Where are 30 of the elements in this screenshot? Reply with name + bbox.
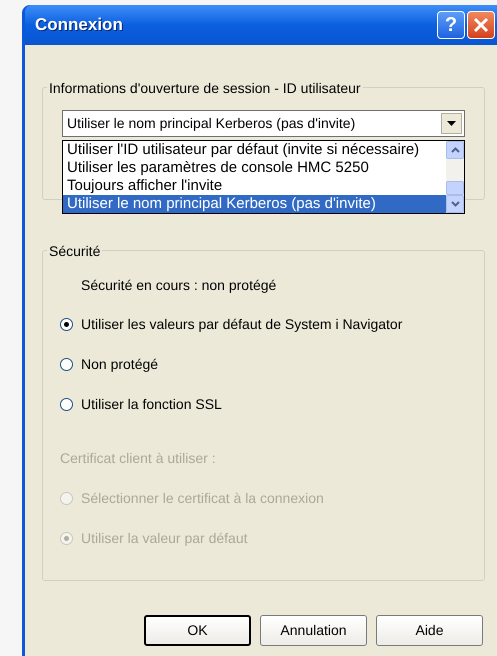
radio-label: Utiliser la fonction SSL xyxy=(81,394,222,414)
radio-button[interactable] xyxy=(60,358,73,370)
dropdown-arrow-button[interactable] xyxy=(441,113,462,134)
dropdown[interactable]: Utiliser le nom principal Kerberos (pas d'invite) xyxy=(62,110,465,137)
radio-label: Sélectionner le certificat à la connexion xyxy=(81,488,324,508)
security-status: Sécurité en cours : non protégé xyxy=(80,276,278,295)
radio-button[interactable] xyxy=(60,398,73,410)
scroll-up-button[interactable] xyxy=(446,141,464,159)
dropdown-option[interactable]: Toujours afficher l'invite xyxy=(63,177,446,195)
radio-label: Non protégé xyxy=(81,354,158,374)
dropdown-option[interactable]: Utiliser l'ID utilisateur par défaut (invite si nécessaire) xyxy=(63,141,446,159)
caret-icon xyxy=(447,121,456,126)
scrollbar[interactable] xyxy=(446,141,464,213)
radio-label: Utiliser la valeur par défaut xyxy=(81,528,248,548)
dropdown-option[interactable]: Utiliser les paramètres de console HMC 5250 xyxy=(63,159,446,177)
window-title: Connexion xyxy=(35,14,123,36)
chevron-up-icon xyxy=(450,147,460,153)
scroll-down-button[interactable] xyxy=(446,195,464,213)
close-icon xyxy=(473,17,489,33)
radio-label: Utiliser les valeurs par défaut de System i Navigator xyxy=(81,314,402,334)
scroll-thumb[interactable] xyxy=(446,181,464,195)
certificate-label: Certificat client à utiliser : xyxy=(60,449,217,468)
dialog-button[interactable]: Annulation xyxy=(260,615,367,646)
dialog-button[interactable]: OK xyxy=(144,615,251,646)
close-button[interactable] xyxy=(467,11,495,39)
dropdown-value: Utiliser le nom principal Kerberos (pas d'invite) xyxy=(67,114,356,133)
dialog-button[interactable]: Aide xyxy=(376,615,483,646)
chevron-down-icon xyxy=(450,201,460,207)
radio-button[interactable] xyxy=(60,318,73,330)
dropdown-option[interactable]: Utiliser le nom principal Kerberos (pas d'invite) xyxy=(63,195,446,213)
